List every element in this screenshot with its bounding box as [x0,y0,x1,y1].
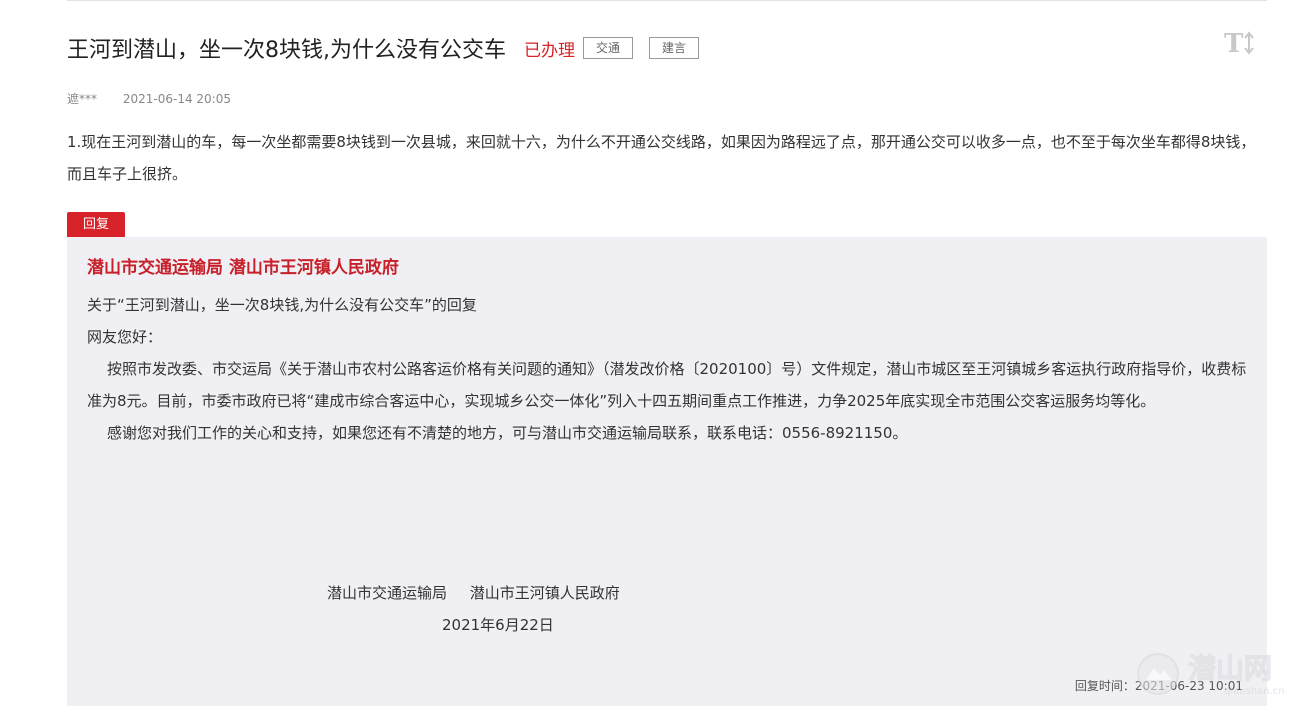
post-content: 1.现在王河到潜山的车，每一次坐都需要8块钱到一次县城，来回就十六，为什么不开通… [67,133,1256,183]
title-row: 王河到潜山，坐一次8块钱,为什么没有公交车 已办理 交通 建言 [67,30,700,66]
signature-date: 2021年6月22日 [442,616,554,634]
reply-content: 关于“王河到潜山，坐一次8块钱,为什么没有公交车”的回复 网友您好： 按照市发改… [87,289,1247,449]
status-label: 已办理 [524,40,575,61]
post-date: 2021-06-14 20:05 [122,92,231,106]
reply-org-header: 潜山市交通运输局 潜山市王河镇人民政府 [87,258,399,278]
signature-org: 潜山市交通运输局 [327,584,448,602]
author-name: 遮*** [67,92,98,106]
reply-paragraph: 按照市发改委、市交运局《关于潜山市农村公路客运价格有关问题的通知》（潜发改价格〔… [87,360,1247,410]
reply-paragraph: 感谢您对我们工作的关心和支持，如果您还有不清楚的地方，可与潜山市交通运输局联系，… [107,424,908,442]
reply-badge: 回复 [67,212,125,237]
reply-time: 回复时间：2021-06-23 10:01 [1074,679,1243,693]
reply-panel: 潜山市交通运输局 潜山市王河镇人民政府 关于“王河到潜山，坐一次8块钱,为什么没… [67,237,1267,706]
top-divider [67,0,1267,1]
post-title: 王河到潜山，坐一次8块钱,为什么没有公交车 [67,38,506,63]
page: 王河到潜山，坐一次8块钱,为什么没有公交车 已办理 交通 建言 T 遮*** 2… [0,0,1316,706]
text-size-icon[interactable]: T [1222,28,1258,59]
svg-text:T: T [1224,29,1244,58]
post-meta: 遮*** 2021-06-14 20:05 [67,90,231,107]
tag-suggestion[interactable]: 建言 [649,37,700,59]
signature-org: 潜山市王河镇人民政府 [469,584,620,602]
tag-traffic[interactable]: 交通 [583,37,634,59]
reply-greeting: 网友您好： [87,328,163,346]
reply-subject: 关于“王河到潜山，坐一次8块钱,为什么没有公交车”的回复 [87,296,477,314]
reply-signature: 潜山市交通运输局 潜山市王河镇人民政府 [327,577,620,609]
